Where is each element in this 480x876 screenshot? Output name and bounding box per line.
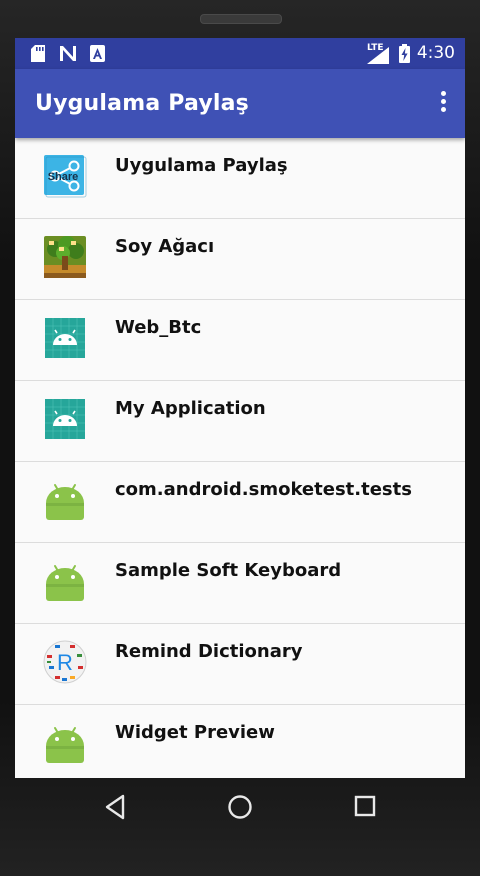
app-list: Share Uygulama Paylaş Soy Ağacı Web_Btc … [15, 138, 465, 778]
overflow-menu-icon [435, 91, 451, 112]
a-letter-icon [90, 45, 105, 62]
back-icon[interactable] [104, 794, 126, 820]
list-item[interactable]: Share Uygulama Paylaş [15, 138, 465, 219]
recents-icon[interactable] [353, 794, 377, 820]
signal-icon [367, 47, 389, 64]
remind-dictionary-icon: R [43, 640, 87, 684]
share-icon-text: Share [48, 171, 79, 183]
app-label: My Application [115, 398, 266, 419]
list-item[interactable]: Web_Btc [15, 300, 465, 381]
sd-card-icon [31, 45, 45, 62]
app-label: Web_Btc [115, 317, 202, 338]
app-label: Widget Preview [115, 722, 275, 743]
home-icon[interactable] [227, 794, 253, 820]
list-item[interactable]: com.android.smoketest.tests [15, 462, 465, 543]
list-item[interactable]: Sample Soft Keyboard [15, 543, 465, 624]
share-app-icon: Share [44, 155, 87, 198]
android-robot-icon [46, 484, 84, 520]
app-label: com.android.smoketest.tests [115, 479, 412, 500]
list-item[interactable]: R Remind Dictionary [15, 624, 465, 705]
android-robot-icon [46, 565, 84, 601]
earpiece-speaker [200, 14, 282, 24]
status-bar: LTE 4:30 [15, 38, 465, 69]
app-label: Uygulama Paylaş [115, 155, 288, 176]
android-robot-icon [46, 727, 84, 763]
app-label: Remind Dictionary [115, 641, 303, 662]
list-item[interactable]: My Application [15, 381, 465, 462]
phone-frame: LTE 4:30 Uygulama Paylaş Share Uygulama … [0, 0, 480, 876]
app-bar: Uygulama Paylaş [15, 69, 465, 138]
android-teal-icon [45, 399, 85, 439]
status-time: 4:30 [416, 43, 455, 63]
navigation-bar [0, 778, 480, 838]
app-label: Soy Ağacı [115, 236, 215, 257]
n-letter-icon [60, 46, 76, 61]
android-teal-icon [45, 318, 85, 358]
device-screen: LTE 4:30 Uygulama Paylaş Share Uygulama … [15, 38, 465, 778]
app-label: Sample Soft Keyboard [115, 560, 342, 581]
list-item[interactable]: Widget Preview [15, 705, 465, 778]
remind-icon-letter: R [57, 650, 73, 675]
overflow-menu-button[interactable] [435, 91, 451, 117]
family-tree-icon [44, 236, 86, 278]
app-title: Uygulama Paylaş [35, 91, 249, 116]
list-item[interactable]: Soy Ağacı [15, 219, 465, 300]
battery-icon [399, 44, 410, 63]
